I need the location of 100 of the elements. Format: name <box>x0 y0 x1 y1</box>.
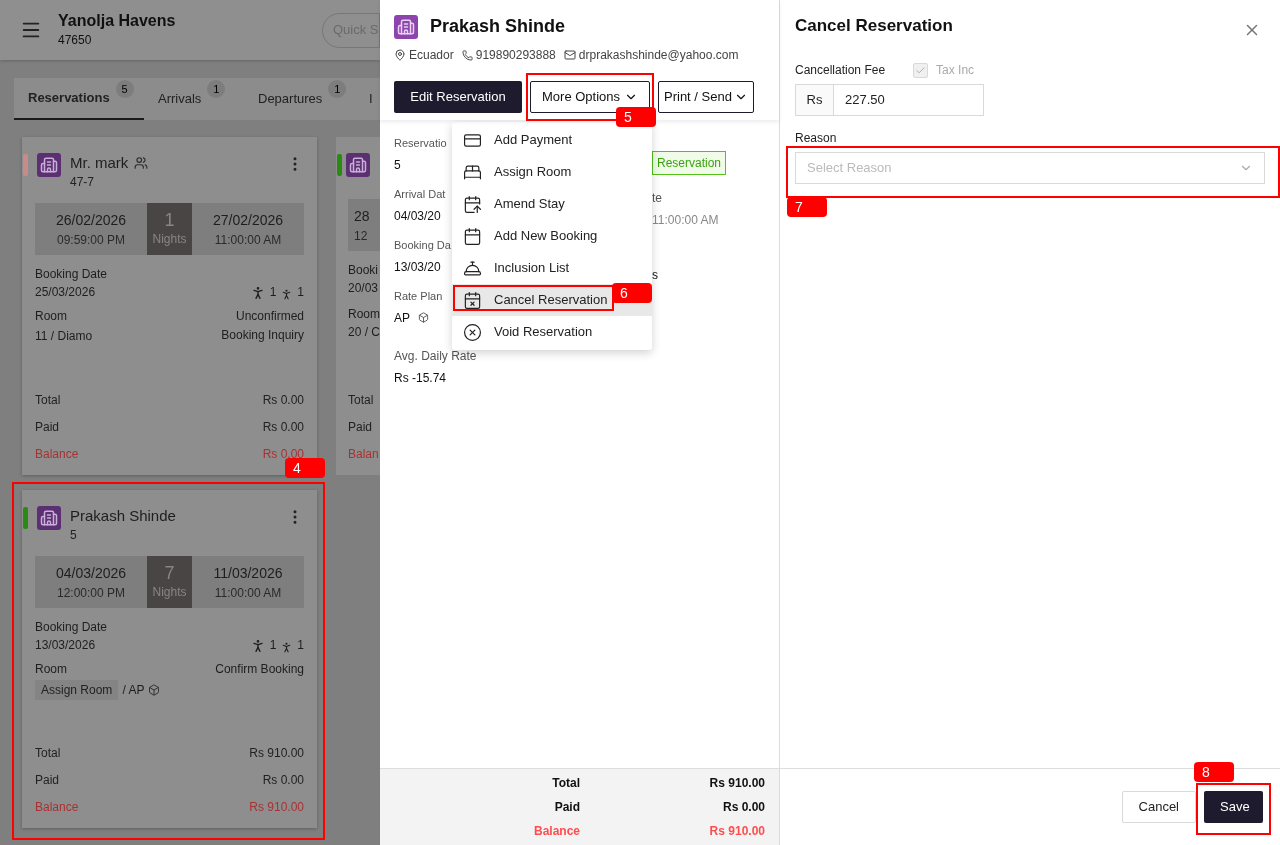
field-value: 11:00:00 AM <box>652 212 720 229</box>
arrival-time: 12 <box>354 227 369 245</box>
reservation-card[interactable]: Prakash Shinde 5 04/03/2026 12:00:00 PM 7 Nights 11/03/2026 11:00:00 AM Booking Date 13/03/2026 1 1 Room Assign Room / AP Confirm Booking Total Rs 910.00 Paid Rs 0.00 Balance Rs 910.00 <box>22 490 317 828</box>
nights-count: 7 <box>164 563 175 583</box>
guest-name: Prakash Shinde <box>430 15 566 38</box>
room-label: Room <box>348 306 380 323</box>
fee-input[interactable]: Rs 227.50 <box>795 84 984 116</box>
total-label: Balan <box>348 446 380 463</box>
building-icon <box>394 14 418 39</box>
arrival-time: 12:00:00 PM <box>56 584 125 602</box>
building-icon <box>346 153 370 177</box>
guest-country: Ecuador <box>409 47 454 64</box>
tab[interactable]: Reservations <box>28 88 110 108</box>
annotation-badge: 4 <box>285 458 325 478</box>
property-code: 47650 <box>58 32 93 49</box>
field-label: te <box>652 190 663 207</box>
total-label: Total <box>551 775 580 792</box>
save-button[interactable]: Save <box>1204 791 1263 823</box>
field-label: Rate Plan <box>394 289 444 304</box>
total-value: Rs 0.00 <box>262 419 304 436</box>
field-value: Rs -15.74 <box>394 370 447 387</box>
total-value: Rs 910.00 <box>708 775 765 792</box>
field-value: AP <box>394 309 410 327</box>
menu-item[interactable]: Amend Stay <box>452 188 652 220</box>
tab[interactable]: Departures <box>258 89 323 109</box>
booking-status: Confirm Booking <box>215 661 304 678</box>
total-label: Paid <box>348 419 374 436</box>
departure-date: 27/02/2026 <box>212 210 284 230</box>
total-label: Balance <box>35 799 79 816</box>
calendar-x-icon <box>463 290 482 310</box>
room-text: / AP <box>122 682 145 699</box>
total-label: Paid <box>35 772 60 789</box>
guest-email: drprakashshinde@yahoo.com <box>578 47 739 64</box>
dropdown-button[interactable]: Print / Send <box>658 81 754 113</box>
arrival-time: 09:59:00 PM <box>56 231 125 249</box>
guest-name: Mr. mark <box>70 153 129 173</box>
building-icon <box>37 153 61 177</box>
room-text: 20 / C <box>348 324 380 341</box>
arrival-date: 04/03/2026 <box>55 563 127 583</box>
arrival-date: 26/02/2026 <box>55 210 127 230</box>
adult-count: 1 <box>269 284 277 301</box>
menu-item[interactable]: Assign Room <box>452 156 652 188</box>
room-label: Room <box>35 308 68 325</box>
reservation-code: 47-7 <box>70 174 96 191</box>
tab-count: 5 <box>115 80 134 98</box>
total-label: Paid <box>35 419 60 436</box>
total-value: Rs 0.00 <box>262 772 304 789</box>
circle-x-icon <box>463 322 482 342</box>
total-label: Total <box>35 745 61 762</box>
departure-time: 11:00:00 AM <box>214 584 282 602</box>
reservation-card[interactable]: 28 12 Booki 20/03 Room 20 / C Total Paid Balan <box>336 137 380 475</box>
menu-item[interactable]: Inclusion List <box>452 252 652 284</box>
location-icon <box>394 49 406 61</box>
arrival-date: 28 <box>354 206 371 226</box>
booking-date: 13/03/2026 <box>35 637 97 654</box>
dropdown-button[interactable]: More Options <box>530 81 650 113</box>
adult-count: 1 <box>269 637 277 654</box>
annotation-badge: 8 <box>1194 762 1234 782</box>
panel-title: Cancel Reservation <box>795 15 953 37</box>
field-label: Booking Da <box>394 238 450 253</box>
guest-phone: 919890293888 <box>475 47 556 64</box>
total-value: Rs 910.00 <box>249 799 304 816</box>
nights-label: Nights <box>152 231 187 248</box>
field-label: Avg. Daily Rate <box>394 348 477 365</box>
field-label: Arrival Dat <box>394 187 447 202</box>
cube-icon <box>418 312 429 323</box>
total-label: Paid <box>553 799 580 816</box>
edit-reservation-button[interactable]: Edit Reservation <box>394 81 522 113</box>
tab[interactable]: I <box>369 89 373 109</box>
assign-room-button[interactable]: Assign Room <box>35 680 119 700</box>
departure-date: 11/03/2026 <box>213 563 283 583</box>
checkbox-label: Tax Inc <box>936 62 975 79</box>
checkmark-icon <box>915 64 927 76</box>
cancel-button[interactable]: Cancel <box>1121 791 1196 823</box>
total-value: Rs 910.00 <box>249 745 304 762</box>
mail-icon <box>563 49 576 61</box>
total-label: Balance <box>532 823 580 840</box>
calendar-icon <box>463 226 482 246</box>
room-label: Room <box>35 661 68 678</box>
menu-item[interactable]: Add Payment <box>452 124 652 156</box>
total-label: Total <box>348 392 375 409</box>
booking-date-label: Booking Date <box>35 266 108 283</box>
child-count: 1 <box>297 637 304 654</box>
property-name: Yanolja Havens <box>58 11 177 31</box>
menu-item[interactable]: Void Reservation <box>452 316 652 348</box>
booking-date: 25/03/2026 <box>35 284 97 301</box>
booking-date: 20/03 <box>348 280 380 297</box>
room-text: 11 / Diamo <box>35 328 93 345</box>
currency-addon: Rs <box>796 85 834 115</box>
fee-value: 227.50 <box>844 91 885 110</box>
reservation-code: 5 <box>70 527 78 544</box>
booking-date-label: Booking Date <box>35 619 108 636</box>
total-value: Rs 0.00 <box>721 799 765 816</box>
field-value: 04/03/20 <box>394 207 441 225</box>
field-label: Reservatio <box>394 136 448 151</box>
guest-name: Prakash Shinde <box>70 506 176 526</box>
tab[interactable]: Arrivals <box>158 89 202 109</box>
total-label: Balance <box>35 446 79 463</box>
annotation-badge: 6 <box>612 283 652 303</box>
menu-item[interactable]: Add New Booking <box>452 220 652 252</box>
